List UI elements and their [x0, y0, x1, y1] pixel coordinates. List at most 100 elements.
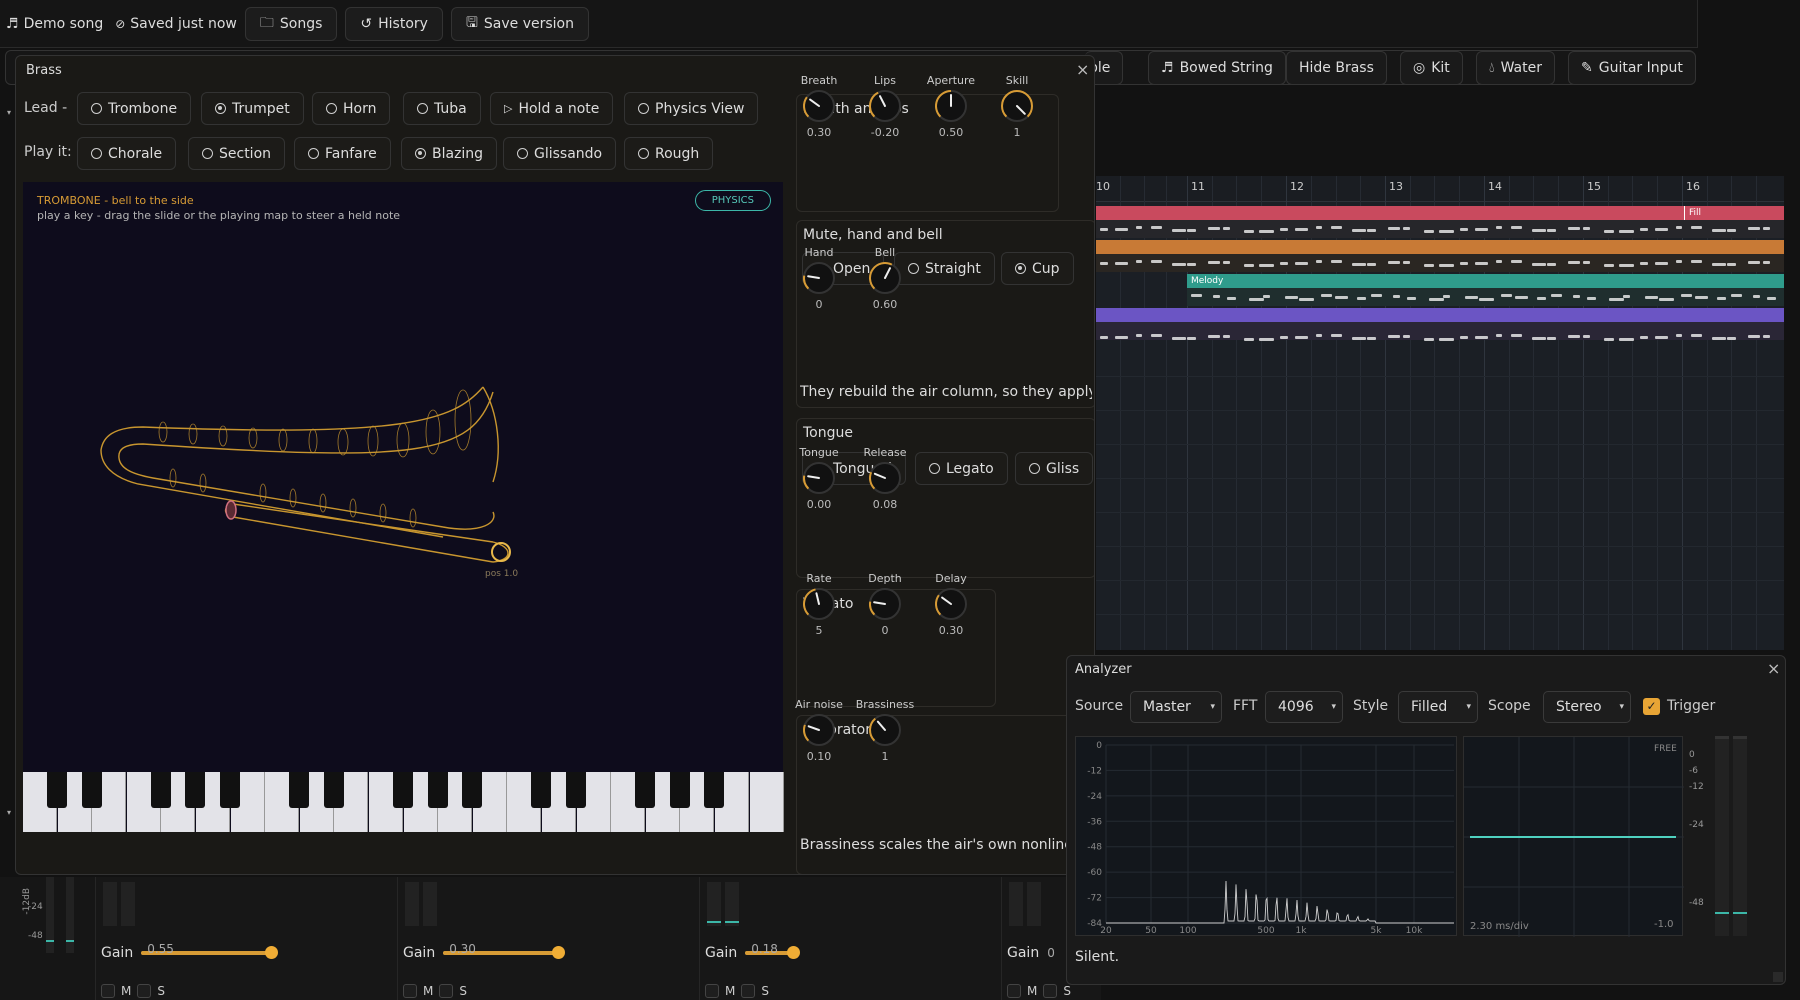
midi-note[interactable]: [1727, 263, 1736, 266]
piano-black-key[interactable]: [669, 772, 690, 808]
knob-skill[interactable]: Skill 1: [984, 74, 1050, 139]
play-option-section[interactable]: Section: [188, 137, 286, 170]
piano-black-key[interactable]: [323, 772, 344, 808]
midi-note[interactable]: [1208, 335, 1220, 338]
midi-note[interactable]: [1388, 335, 1400, 338]
midi-note[interactable]: [1357, 297, 1366, 300]
midi-note[interactable]: [1619, 338, 1634, 341]
knob-release[interactable]: Release 0.08: [852, 446, 918, 511]
solo-toggle[interactable]: [439, 984, 454, 998]
knob-rate[interactable]: Rate 5: [786, 572, 852, 637]
midi-note[interactable]: [1496, 260, 1502, 263]
knob-dial-icon[interactable]: [852, 460, 918, 496]
knob-dial-icon[interactable]: [918, 88, 984, 124]
midi-note[interactable]: [1208, 261, 1220, 264]
midi-note[interactable]: [1712, 263, 1726, 266]
midi-note[interactable]: [1655, 262, 1668, 265]
knob-dial-icon[interactable]: [852, 586, 918, 622]
midi-note[interactable]: [1511, 334, 1522, 337]
knob-brassiness[interactable]: Brassiness 1: [852, 698, 918, 763]
midi-note[interactable]: [1439, 338, 1454, 341]
knob-dial-icon[interactable]: [852, 712, 918, 748]
midi-note[interactable]: [1299, 298, 1314, 301]
midi-note[interactable]: [1609, 298, 1624, 301]
midi-note[interactable]: [1568, 335, 1580, 338]
midi-note[interactable]: [1763, 261, 1770, 264]
solo-toggle[interactable]: [1043, 984, 1058, 998]
midi-note[interactable]: [1748, 261, 1760, 264]
knob-aperture[interactable]: Aperture 0.50: [918, 74, 984, 139]
piano-black-key[interactable]: [566, 772, 586, 808]
midi-note[interactable]: [1691, 260, 1702, 263]
midi-note[interactable]: [1407, 297, 1416, 300]
gain-slider[interactable]: 0.18: [745, 942, 801, 959]
knob-breath[interactable]: Breath 0.30: [786, 74, 852, 139]
knob-lips[interactable]: Lips -0.20: [852, 74, 918, 139]
scope-select[interactable]: Stereo ▾: [1543, 691, 1631, 723]
knob-air-noise[interactable]: Air noise 0.10: [786, 698, 852, 763]
midi-note[interactable]: [1475, 336, 1488, 339]
midi-note[interactable]: [1187, 337, 1196, 340]
trombone-illustration[interactable]: pos 1.0: [23, 182, 783, 762]
midi-note[interactable]: [1187, 229, 1196, 232]
midi-note[interactable]: [1496, 334, 1502, 337]
midi-note[interactable]: [1676, 334, 1682, 337]
midi-note[interactable]: [1511, 260, 1522, 263]
midi-note[interactable]: [1352, 229, 1366, 232]
resize-handle-icon[interactable]: [1773, 972, 1783, 982]
lead-option-trumpet[interactable]: Trumpet: [201, 92, 304, 125]
piano-white-key[interactable]: [749, 772, 784, 832]
lead-option-trombone[interactable]: Trombone: [77, 92, 192, 125]
midi-note[interactable]: [1551, 294, 1562, 297]
close-icon[interactable]: ×: [1076, 60, 1089, 79]
midi-note[interactable]: [1439, 230, 1454, 233]
midi-note[interactable]: [1295, 262, 1308, 265]
midi-note[interactable]: [1151, 334, 1162, 337]
midi-note[interactable]: [1712, 337, 1726, 340]
midi-note[interactable]: [1465, 296, 1478, 299]
midi-note[interactable]: [1259, 230, 1274, 233]
knob-dial-icon[interactable]: [918, 586, 984, 622]
midi-note[interactable]: [1731, 294, 1742, 297]
knob-dial-icon[interactable]: [852, 88, 918, 124]
midi-note[interactable]: [1244, 230, 1254, 233]
midi-note[interactable]: [1371, 294, 1382, 297]
midi-note[interactable]: [1439, 264, 1454, 267]
midi-note[interactable]: [1547, 229, 1556, 232]
midi-note[interactable]: [1640, 262, 1648, 265]
midi-note[interactable]: [1259, 338, 1274, 341]
midi-note[interactable]: [1695, 296, 1708, 299]
midi-note[interactable]: [1295, 336, 1308, 339]
midi-note[interactable]: [1172, 263, 1186, 266]
midi-note[interactable]: [1244, 264, 1254, 267]
midi-note[interactable]: [1331, 260, 1342, 263]
midi-note[interactable]: [1583, 335, 1590, 338]
midi-note[interactable]: [1623, 295, 1630, 298]
midi-note[interactable]: [1763, 335, 1770, 338]
midi-note[interactable]: [1619, 264, 1634, 267]
midi-note[interactable]: [1280, 336, 1288, 339]
knob-bell[interactable]: Bell 0.60: [852, 246, 918, 311]
midi-note[interactable]: [1223, 261, 1230, 264]
preset-kit-button[interactable]: ◎ Kit: [1400, 51, 1463, 85]
mute-toggle[interactable]: [101, 984, 115, 998]
midi-note[interactable]: [1645, 296, 1658, 299]
midi-note[interactable]: [1547, 337, 1556, 340]
midi-note[interactable]: [1367, 263, 1376, 266]
midi-note[interactable]: [1388, 227, 1400, 230]
midi-note[interactable]: [1316, 260, 1322, 263]
midi-note[interactable]: [1321, 294, 1332, 297]
midi-note[interactable]: [1676, 226, 1682, 229]
midi-note[interactable]: [1727, 337, 1736, 340]
midi-note[interactable]: [1501, 294, 1512, 297]
midi-note[interactable]: [1136, 334, 1142, 337]
midi-note[interactable]: [1460, 228, 1468, 231]
hold-note-button[interactable]: ▷ Hold a note: [490, 92, 614, 125]
midi-note[interactable]: [1640, 336, 1648, 339]
piano-black-key[interactable]: [704, 772, 725, 808]
midi-note[interactable]: [1100, 228, 1108, 231]
solo-toggle[interactable]: [741, 984, 756, 998]
midi-note[interactable]: [1681, 294, 1692, 297]
play-option-fanfare[interactable]: Fanfare: [294, 137, 391, 170]
midi-note[interactable]: [1727, 229, 1736, 232]
